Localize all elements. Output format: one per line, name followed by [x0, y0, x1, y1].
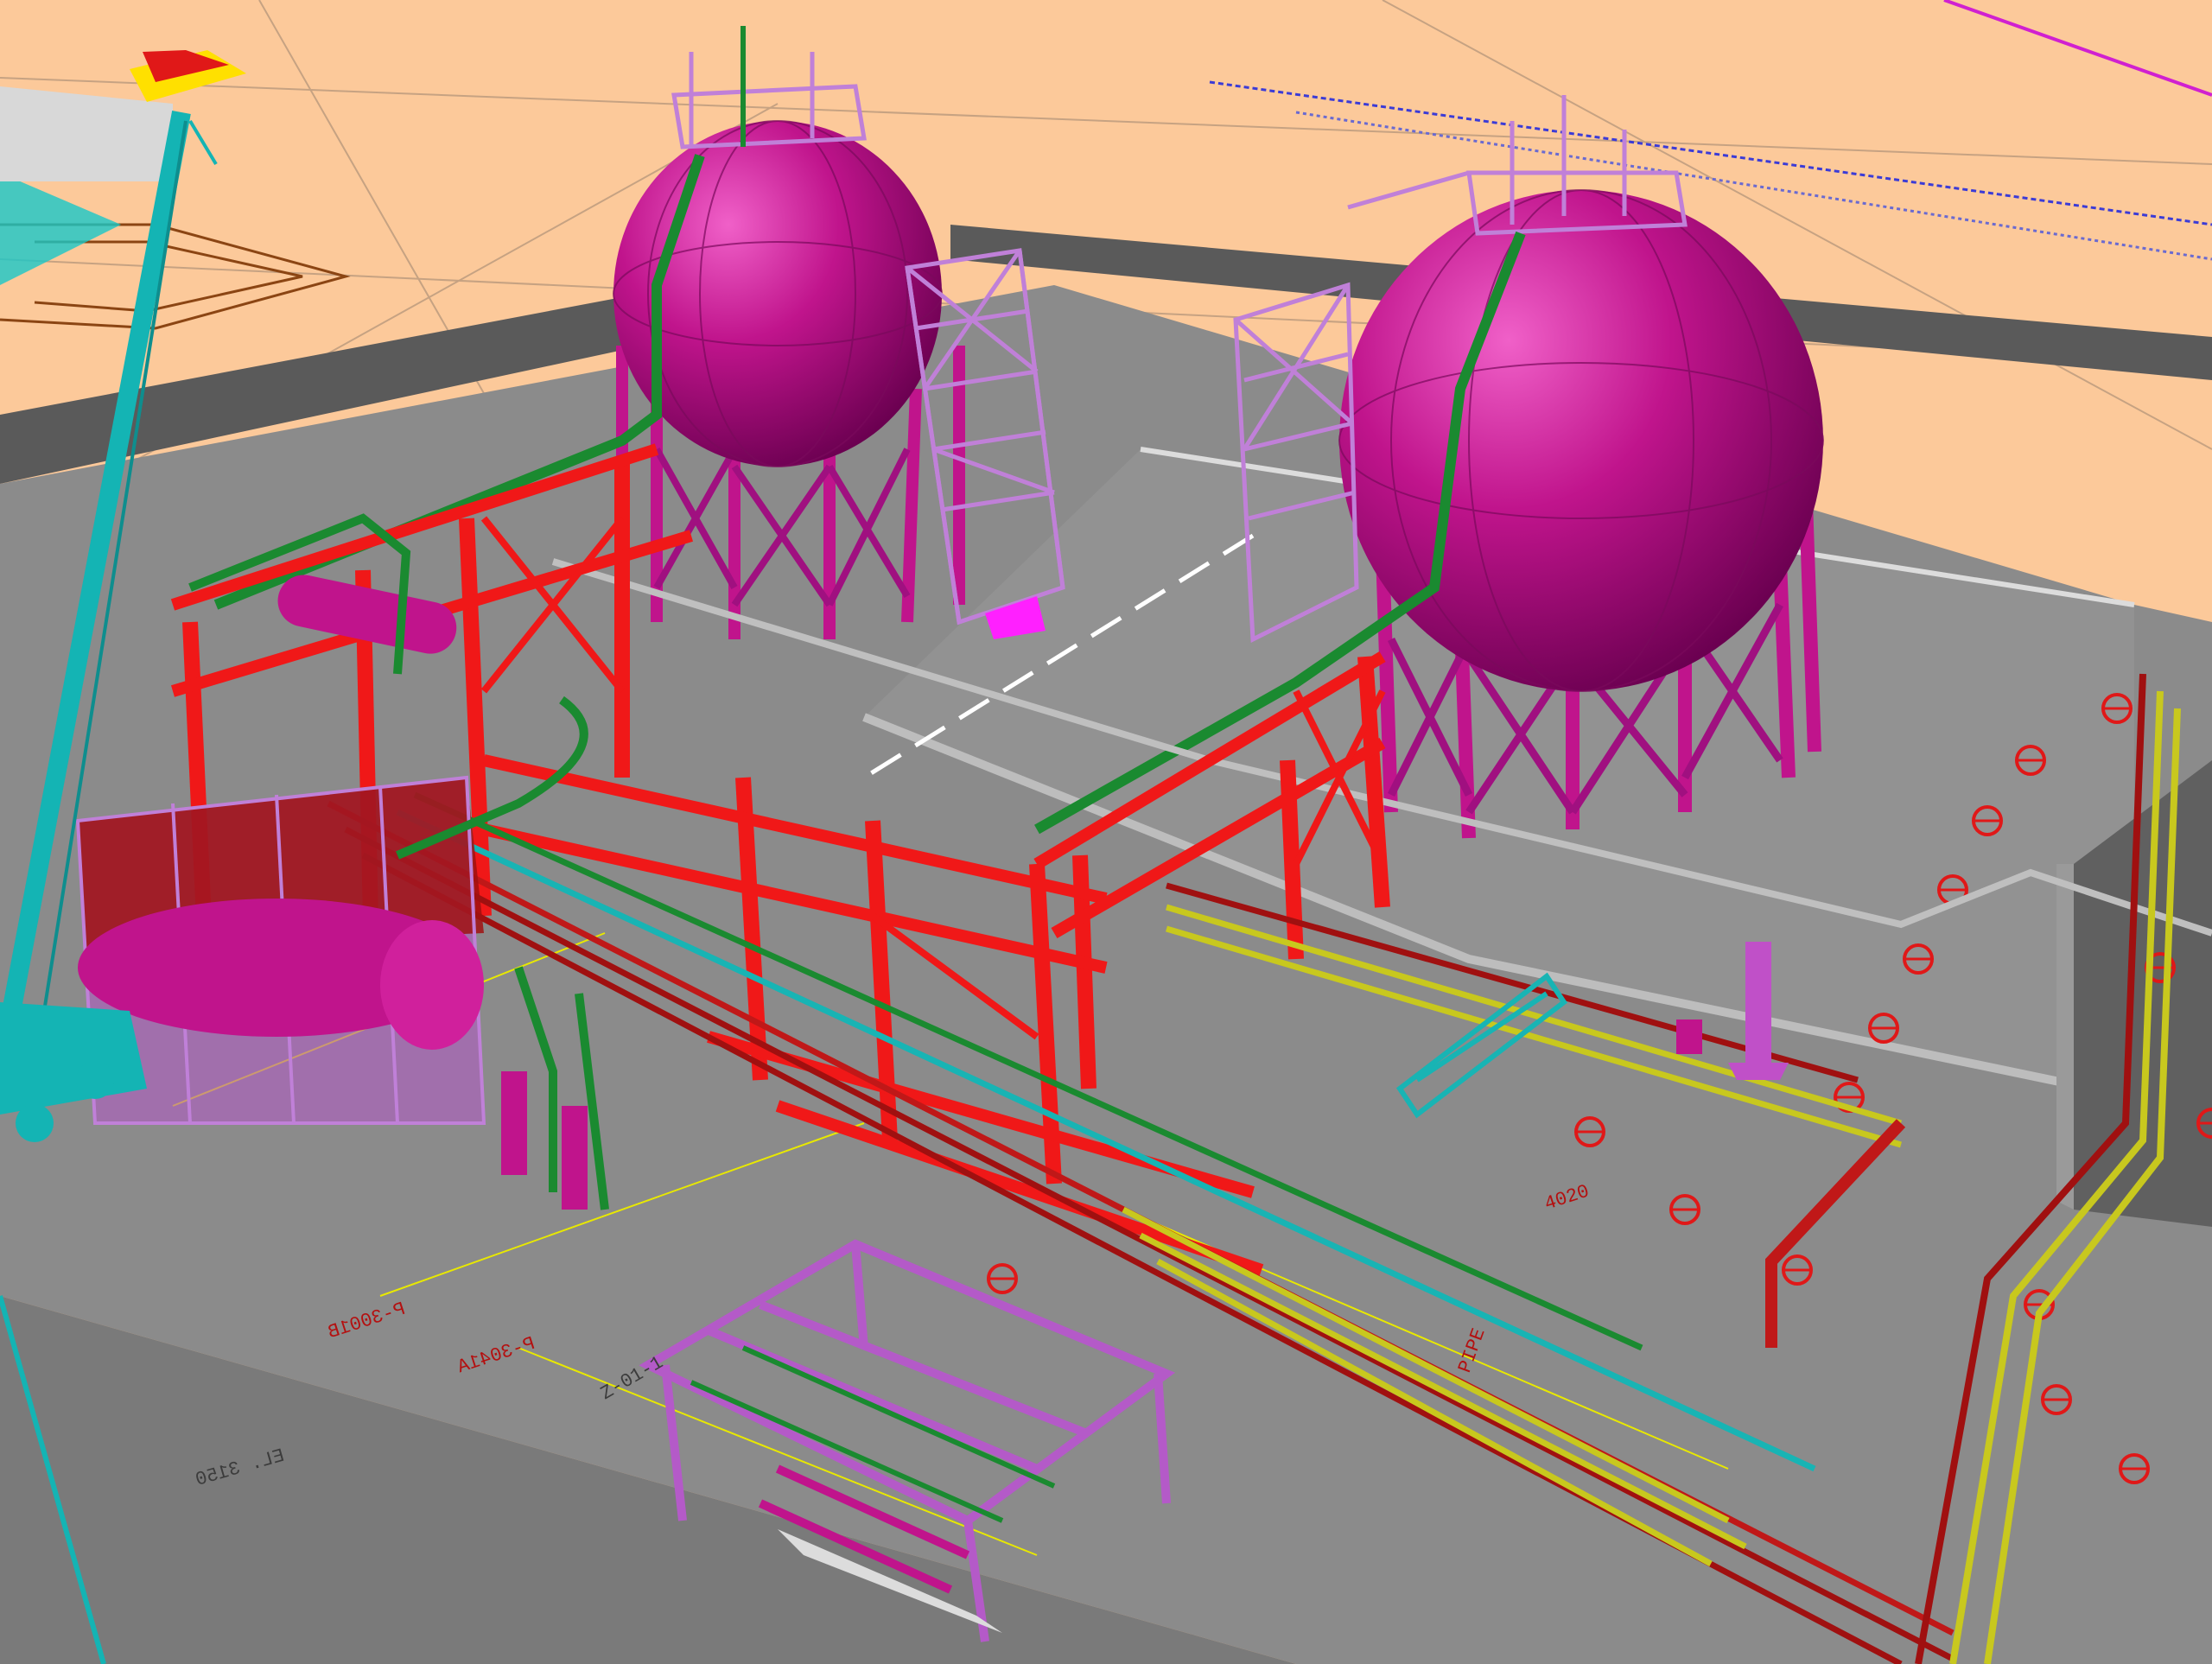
3d-model-viewport[interactable]: P-3001B P-3041A Z-01-1 PIPE 4020 EL. 315… — [0, 0, 2212, 1664]
plant-3d-scene[interactable]: P-3001B P-3041A Z-01-1 PIPE 4020 EL. 315… — [0, 0, 2212, 1664]
horizontal-drum-head — [380, 920, 484, 1050]
sphere-1-shell — [613, 121, 942, 467]
building-edge — [2056, 864, 2074, 1210]
sphere-2-shell — [1339, 190, 1823, 691]
